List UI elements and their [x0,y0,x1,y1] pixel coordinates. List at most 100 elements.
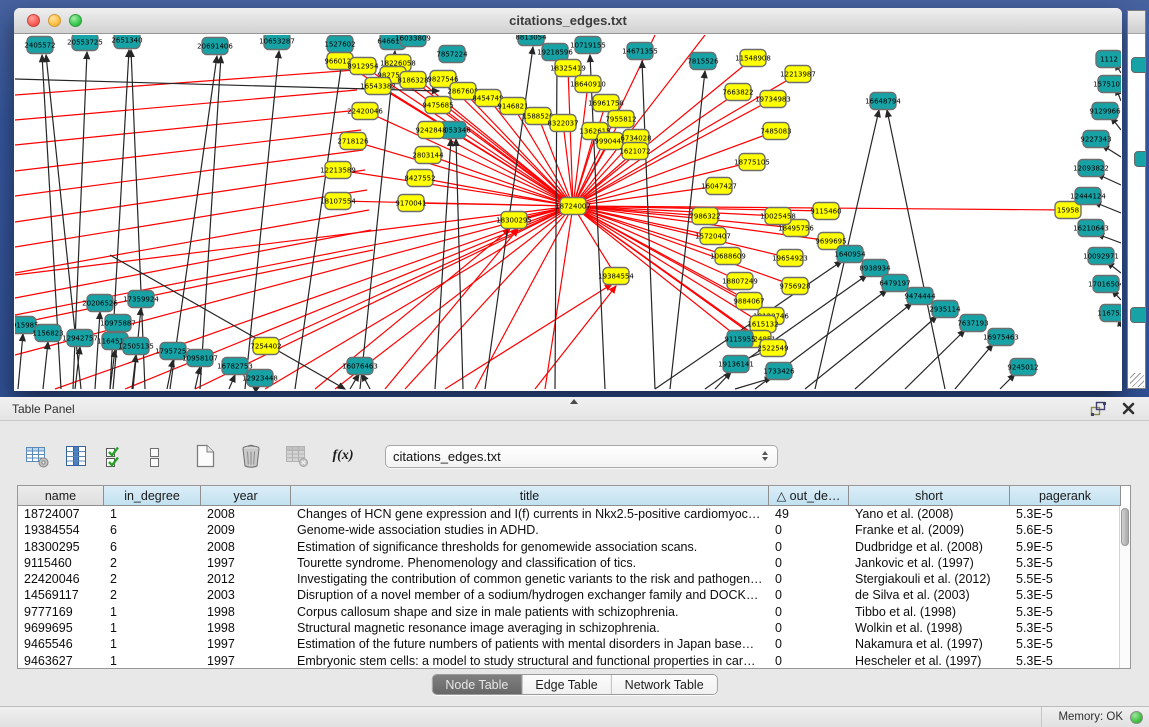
deselect-all-icon[interactable] [141,443,167,469]
table-cell[interactable]: 2 [104,555,201,571]
table-cell[interactable]: 5.3E-5 [1010,636,1121,652]
table-cell[interactable]: 0 [769,604,849,620]
table-cell[interactable]: 0 [769,636,849,652]
graph-node[interactable]: 10092971 [1083,248,1119,265]
graph-node[interactable]: 19654923 [772,250,808,267]
graph-node[interactable]: 12923448 [242,370,278,387]
graph-edge-red[interactable] [15,150,363,196]
graph-node[interactable]: 18325419 [550,60,586,77]
graph-edge-black[interactable] [805,303,912,389]
graph-edge-red[interactable] [385,229,518,389]
table-cell[interactable]: Franke et al. (2009) [849,522,1010,538]
network-graph[interactable]: 2405572205537252651340206914061065328715… [15,35,1121,391]
table-cell[interactable]: Estimation of the future numbers of pati… [291,636,769,652]
network-window[interactable]: citations_edges.txt 24055722055372526513… [14,8,1122,391]
table-cell[interactable]: 1998 [201,604,291,620]
graph-edge-black[interactable] [456,139,463,389]
table-cell[interactable]: 5.6E-5 [1010,522,1121,538]
graph-edge-black[interactable] [1000,374,1015,389]
graph-node[interactable]: 9170041 [395,195,426,212]
column-header-short[interactable]: short [849,486,1010,506]
table-cell[interactable]: 0 [769,555,849,571]
table-cell[interactable]: 9463627 [18,653,104,669]
table-cell[interactable]: Jankovic et al. (1997) [849,555,1010,571]
table-cell[interactable]: 5.3E-5 [1010,587,1121,603]
graph-edge-black[interactable] [18,334,23,389]
close-window-button[interactable] [27,14,40,27]
graph-node[interactable]: 20691406 [197,38,233,55]
table-row[interactable]: 977716911998Corpus callosum shape and si… [18,604,1130,620]
split-divider-handle[interactable] [570,399,578,404]
graph-node[interactable]: 1167533 [1097,305,1121,322]
graph-node[interactable]: 15720407 [695,228,731,245]
table-cell[interactable]: 14569117 [18,587,104,603]
graph-node[interactable]: 11548908 [735,50,771,67]
graph-node[interactable]: 9115460 [810,203,841,220]
table-cell[interactable]: Tourette syndrome. Phenomenology and cla… [291,555,769,571]
graph-node[interactable]: 18724007 [555,198,591,215]
graph-node[interactable]: 8427552 [404,170,435,187]
graph-edge-red[interactable] [15,170,365,222]
table-cell[interactable]: 2009 [201,522,291,538]
table-cell[interactable]: 5.3E-5 [1010,506,1121,522]
graph-node[interactable]: 9227343 [1080,131,1111,148]
table-cell[interactable]: 6 [104,522,201,538]
graph-node[interactable]: 12213589 [320,162,356,179]
graph-node[interactable]: 2522549 [757,340,788,357]
table-cell[interactable]: 2012 [201,571,291,587]
minimize-window-button[interactable] [48,14,61,27]
table-cell[interactable]: Embryonic stem cells: a model to study s… [291,653,769,669]
graph-node[interactable]: 7485083 [760,123,791,140]
table-cell[interactable]: 6 [104,539,201,555]
graph-edge-red[interactable] [573,186,719,206]
graph-node[interactable]: 6479197 [879,275,910,292]
table-row[interactable]: 2242004622012Investigating the contribut… [18,571,1130,587]
table-selector-dropdown[interactable]: citations_edges.txt [385,445,778,468]
table-cell[interactable]: 2 [104,587,201,603]
graph-edge-red[interactable] [15,250,373,324]
tab-edge-table[interactable]: Edge Table [521,675,610,694]
graph-node[interactable]: 16047427 [701,178,737,195]
table-cell[interactable]: 22420046 [18,571,104,587]
graph-node[interactable]: 10719155 [570,37,606,54]
graph-edge-black[interactable] [955,344,993,389]
table-cell[interactable]: Structural magnetic resonance image aver… [291,620,769,636]
graph-node[interactable]: 10975887 [100,315,136,332]
graph-edge-red[interactable] [15,70,355,95]
table-cell[interactable]: 5.3E-5 [1010,653,1121,669]
graph-node[interactable]: 1156823 [32,325,63,342]
graph-node[interactable]: 10025458 [760,208,796,225]
graph-node[interactable]: 7815526 [687,53,719,70]
graph-edge-black[interactable] [435,139,451,389]
graph-edge-black[interactable] [362,374,370,389]
background-window[interactable] [1127,10,1146,389]
graph-node[interactable]: 8322037 [547,115,578,132]
table-cell[interactable]: 0 [769,571,849,587]
graph-node[interactable]: 7986322 [689,208,720,225]
column-header-in-degree[interactable]: in_degree [104,486,201,506]
column-header-out-de-[interactable]: △ out_de… [769,486,849,506]
table-cell[interactable]: 0 [769,620,849,636]
graph-node[interactable]: 10653287 [259,35,295,50]
table-row[interactable]: 946554611997Estimation of the future num… [18,636,1130,652]
table-cell[interactable]: Hescheler et al. (1997) [849,653,1010,669]
graph-node[interactable]: 19384554 [598,268,634,285]
table-cell[interactable]: 5.3E-5 [1010,620,1121,636]
graph-node[interactable]: 16975463 [983,329,1019,346]
column-header-pagerank[interactable]: pagerank [1010,486,1121,506]
table-cell[interactable]: 1 [104,620,201,636]
table-cell[interactable]: Tibbo et al. (1998) [849,604,1010,620]
graph-node[interactable]: 8813054 [515,35,547,46]
graph-node[interactable]: 8912954 [347,58,379,75]
function-builder-icon[interactable]: f(x) [330,443,356,469]
graph-node[interactable]: 16076463 [342,358,378,375]
table-cell[interactable]: 5.5E-5 [1010,571,1121,587]
graph-node[interactable]: 1640954 [834,246,866,263]
select-column-icon[interactable] [63,443,89,469]
graph-node[interactable]: 9242848 [415,122,446,139]
graph-node[interactable]: 2651340 [111,35,142,49]
graph-node[interactable]: 7955812 [605,111,636,128]
graph-node[interactable]: 20553725 [67,35,103,51]
graph-edge-black[interactable] [195,367,200,389]
table-cell[interactable]: 5.9E-5 [1010,539,1121,555]
